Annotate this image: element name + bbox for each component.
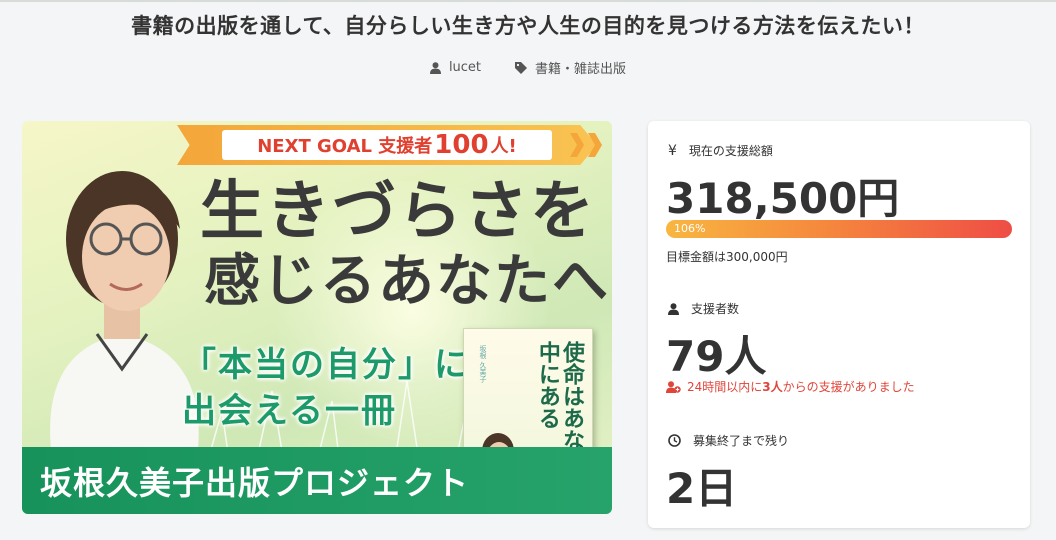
user-icon — [668, 302, 679, 315]
clock-icon — [668, 434, 681, 447]
project-banner-image[interactable]: NEXT GOAL 支援者 100 人! 生きづらさを 感じるあなたへ 「本当の… — [22, 121, 612, 514]
banner-headline: 生きづらさを 感じるあなたへ — [200, 175, 610, 313]
yen-icon: ¥ — [668, 142, 677, 159]
next-goal-suffix: 人! — [490, 136, 517, 157]
remaining-label: 募集終了まで残り — [693, 434, 790, 448]
subheadline-line-1: 「本当の自分」に — [182, 345, 470, 385]
amount-label-row: ¥ 現在の支援総額 — [668, 142, 773, 159]
project-title: 書籍の出版を通して、自分らしい生き方や人生の目的を見つける方法を伝えたい！ — [131, 14, 925, 38]
subheadline-line-2: 出会える一冊 — [182, 390, 397, 431]
amount-label: 現在の支援総額 — [688, 144, 773, 158]
funding-progress-bar: 106% — [666, 220, 1012, 238]
project-meta: lucet 書籍・雑誌出版 — [0, 58, 1056, 77]
author-name: lucet — [448, 60, 482, 75]
next-goal-text: NEXT GOAL 支援者 100 人! — [222, 130, 552, 160]
supporters-label-row: 支援者数 — [668, 300, 739, 317]
supporters-value: 79人 — [666, 332, 767, 381]
top-divider — [0, 0, 1056, 2]
progress-percent: 106% — [674, 222, 706, 235]
category-link[interactable]: 書籍・雑誌出版 — [515, 58, 626, 77]
recent-suffix: からの支援がありました — [782, 380, 915, 394]
target-amount: 目標金額は300,000円 — [666, 250, 788, 264]
funding-stats-card: ¥ 現在の支援総額 318,500円 106% 目標金額は300,000円 支援… — [648, 121, 1030, 528]
headline-line-1: 生きづらさを — [200, 174, 596, 249]
headline-line-2: 感じるあなたへ — [204, 247, 610, 314]
banner-footer-text: 坂根久美子出版プロジェクト — [40, 463, 470, 502]
banner-footer: 坂根久美子出版プロジェクト — [22, 447, 612, 514]
supporters-label: 支援者数 — [691, 302, 740, 316]
banner-subheadline: 「本当の自分」に 出会える一冊 — [182, 343, 470, 435]
author-link[interactable]: lucet — [429, 58, 482, 77]
remaining-label-row: 募集終了まで残り — [668, 432, 789, 449]
next-goal-number: 100 — [434, 130, 489, 160]
amount-value: 318,500円 — [666, 174, 900, 223]
next-goal-ribbon: NEXT GOAL 支援者 100 人! — [177, 125, 597, 165]
remaining-value: 2日 — [666, 464, 738, 513]
recent-support-notice: 24時間以内に3人からの支援がありました — [666, 378, 915, 395]
recent-prefix: 24時間以内に — [687, 380, 763, 394]
user-icon — [429, 61, 441, 74]
user-plus-icon — [666, 380, 681, 393]
tag-icon — [515, 61, 528, 74]
next-goal-prefix: NEXT GOAL 支援者 — [257, 136, 433, 157]
category-name: 書籍・雑誌出版 — [535, 62, 627, 77]
recent-count: 3人 — [762, 380, 783, 394]
book-author: 坂根 久美子 — [479, 345, 487, 383]
